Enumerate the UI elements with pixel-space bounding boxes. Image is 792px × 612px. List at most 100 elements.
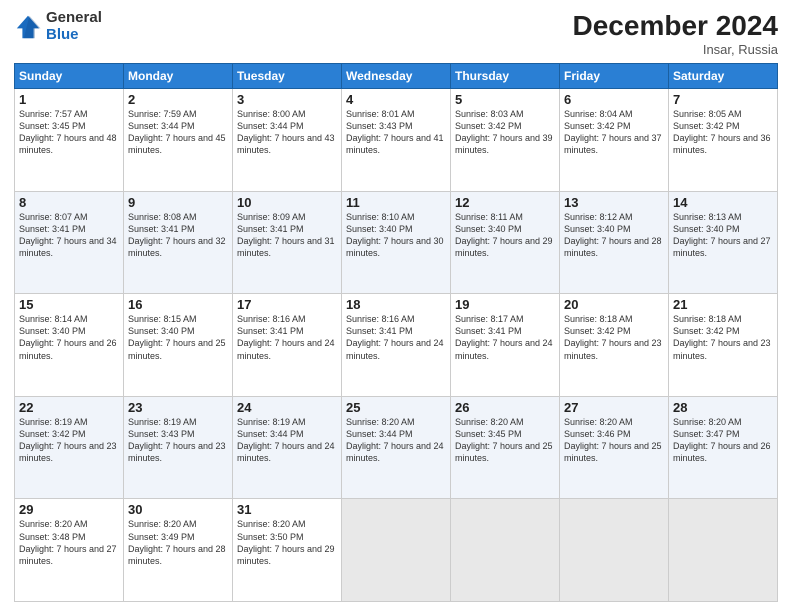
daylight-line: Daylight: 7 hours and 24 minutes. (346, 337, 446, 361)
daylight-line: Daylight: 7 hours and 36 minutes. (673, 132, 773, 156)
day-number: 8 (19, 195, 119, 210)
sunset-line: Sunset: 3:42 PM (19, 428, 119, 440)
day-number: 16 (128, 297, 228, 312)
sunrise-line: Sunrise: 8:14 AM (19, 313, 119, 325)
col-friday: Friday (560, 64, 669, 89)
calendar-header-row: Sunday Monday Tuesday Wednesday Thursday… (15, 64, 778, 89)
table-row: 20 Sunrise: 8:18 AM Sunset: 3:42 PM Dayl… (560, 294, 669, 397)
sunset-line: Sunset: 3:40 PM (128, 325, 228, 337)
page: General Blue December 2024 Insar, Russia… (0, 0, 792, 612)
sunrise-line: Sunrise: 8:17 AM (455, 313, 555, 325)
day-number: 25 (346, 400, 446, 415)
table-row: 30 Sunrise: 8:20 AM Sunset: 3:49 PM Dayl… (124, 499, 233, 602)
table-row: 27 Sunrise: 8:20 AM Sunset: 3:46 PM Dayl… (560, 396, 669, 499)
sunrise-line: Sunrise: 8:20 AM (346, 416, 446, 428)
col-tuesday: Tuesday (233, 64, 342, 89)
sunrise-line: Sunrise: 8:09 AM (237, 211, 337, 223)
sunrise-line: Sunrise: 8:18 AM (673, 313, 773, 325)
table-row: 7 Sunrise: 8:05 AM Sunset: 3:42 PM Dayli… (669, 89, 778, 192)
calendar-week-row: 22 Sunrise: 8:19 AM Sunset: 3:42 PM Dayl… (15, 396, 778, 499)
sunrise-line: Sunrise: 8:16 AM (346, 313, 446, 325)
title-area: December 2024 Insar, Russia (573, 10, 778, 57)
sunrise-line: Sunrise: 8:20 AM (128, 518, 228, 530)
day-number: 23 (128, 400, 228, 415)
logo-text: General Blue (46, 10, 102, 43)
day-number: 21 (673, 297, 773, 312)
day-number: 20 (564, 297, 664, 312)
col-wednesday: Wednesday (342, 64, 451, 89)
day-number: 22 (19, 400, 119, 415)
daylight-line: Daylight: 7 hours and 25 minutes. (455, 440, 555, 464)
table-row: 3 Sunrise: 8:00 AM Sunset: 3:44 PM Dayli… (233, 89, 342, 192)
sunrise-line: Sunrise: 8:15 AM (128, 313, 228, 325)
day-number: 5 (455, 92, 555, 107)
daylight-line: Daylight: 7 hours and 27 minutes. (19, 543, 119, 567)
empty-cell (669, 499, 778, 602)
day-number: 24 (237, 400, 337, 415)
sunrise-line: Sunrise: 8:13 AM (673, 211, 773, 223)
sunset-line: Sunset: 3:40 PM (564, 223, 664, 235)
day-number: 26 (455, 400, 555, 415)
sunset-line: Sunset: 3:42 PM (564, 120, 664, 132)
day-number: 29 (19, 502, 119, 517)
col-thursday: Thursday (451, 64, 560, 89)
day-number: 4 (346, 92, 446, 107)
day-number: 18 (346, 297, 446, 312)
sunrise-line: Sunrise: 8:12 AM (564, 211, 664, 223)
day-number: 1 (19, 92, 119, 107)
logo-blue: Blue (46, 26, 79, 43)
sunset-line: Sunset: 3:40 PM (455, 223, 555, 235)
logo-general: General (46, 9, 102, 26)
sunset-line: Sunset: 3:45 PM (19, 120, 119, 132)
day-number: 9 (128, 195, 228, 210)
table-row: 19 Sunrise: 8:17 AM Sunset: 3:41 PM Dayl… (451, 294, 560, 397)
table-row: 31 Sunrise: 8:20 AM Sunset: 3:50 PM Dayl… (233, 499, 342, 602)
table-row: 10 Sunrise: 8:09 AM Sunset: 3:41 PM Dayl… (233, 191, 342, 294)
sunset-line: Sunset: 3:44 PM (128, 120, 228, 132)
day-number: 19 (455, 297, 555, 312)
table-row: 25 Sunrise: 8:20 AM Sunset: 3:44 PM Dayl… (342, 396, 451, 499)
empty-cell (342, 499, 451, 602)
sunrise-line: Sunrise: 8:04 AM (564, 108, 664, 120)
table-row: 21 Sunrise: 8:18 AM Sunset: 3:42 PM Dayl… (669, 294, 778, 397)
daylight-line: Daylight: 7 hours and 29 minutes. (455, 235, 555, 259)
table-row: 1 Sunrise: 7:57 AM Sunset: 3:45 PM Dayli… (15, 89, 124, 192)
daylight-line: Daylight: 7 hours and 23 minutes. (128, 440, 228, 464)
sunset-line: Sunset: 3:42 PM (564, 325, 664, 337)
table-row: 13 Sunrise: 8:12 AM Sunset: 3:40 PM Dayl… (560, 191, 669, 294)
day-number: 30 (128, 502, 228, 517)
sunrise-line: Sunrise: 8:05 AM (673, 108, 773, 120)
day-number: 27 (564, 400, 664, 415)
sunset-line: Sunset: 3:46 PM (564, 428, 664, 440)
daylight-line: Daylight: 7 hours and 45 minutes. (128, 132, 228, 156)
daylight-line: Daylight: 7 hours and 41 minutes. (346, 132, 446, 156)
day-number: 3 (237, 92, 337, 107)
daylight-line: Daylight: 7 hours and 26 minutes. (673, 440, 773, 464)
table-row: 11 Sunrise: 8:10 AM Sunset: 3:40 PM Dayl… (342, 191, 451, 294)
sunset-line: Sunset: 3:42 PM (455, 120, 555, 132)
sunset-line: Sunset: 3:43 PM (346, 120, 446, 132)
daylight-line: Daylight: 7 hours and 27 minutes. (673, 235, 773, 259)
day-number: 11 (346, 195, 446, 210)
day-number: 28 (673, 400, 773, 415)
table-row: 22 Sunrise: 8:19 AM Sunset: 3:42 PM Dayl… (15, 396, 124, 499)
sunrise-line: Sunrise: 8:19 AM (19, 416, 119, 428)
day-number: 10 (237, 195, 337, 210)
sunrise-line: Sunrise: 8:19 AM (237, 416, 337, 428)
sunrise-line: Sunrise: 8:11 AM (455, 211, 555, 223)
table-row: 12 Sunrise: 8:11 AM Sunset: 3:40 PM Dayl… (451, 191, 560, 294)
daylight-line: Daylight: 7 hours and 23 minutes. (673, 337, 773, 361)
table-row: 29 Sunrise: 8:20 AM Sunset: 3:48 PM Dayl… (15, 499, 124, 602)
sunrise-line: Sunrise: 7:59 AM (128, 108, 228, 120)
table-row: 8 Sunrise: 8:07 AM Sunset: 3:41 PM Dayli… (15, 191, 124, 294)
table-row: 6 Sunrise: 8:04 AM Sunset: 3:42 PM Dayli… (560, 89, 669, 192)
table-row: 15 Sunrise: 8:14 AM Sunset: 3:40 PM Dayl… (15, 294, 124, 397)
table-row: 24 Sunrise: 8:19 AM Sunset: 3:44 PM Dayl… (233, 396, 342, 499)
daylight-line: Daylight: 7 hours and 25 minutes. (564, 440, 664, 464)
daylight-line: Daylight: 7 hours and 24 minutes. (237, 440, 337, 464)
sunset-line: Sunset: 3:40 PM (673, 223, 773, 235)
calendar-week-row: 1 Sunrise: 7:57 AM Sunset: 3:45 PM Dayli… (15, 89, 778, 192)
sunrise-line: Sunrise: 8:19 AM (128, 416, 228, 428)
sunset-line: Sunset: 3:47 PM (673, 428, 773, 440)
table-row: 23 Sunrise: 8:19 AM Sunset: 3:43 PM Dayl… (124, 396, 233, 499)
